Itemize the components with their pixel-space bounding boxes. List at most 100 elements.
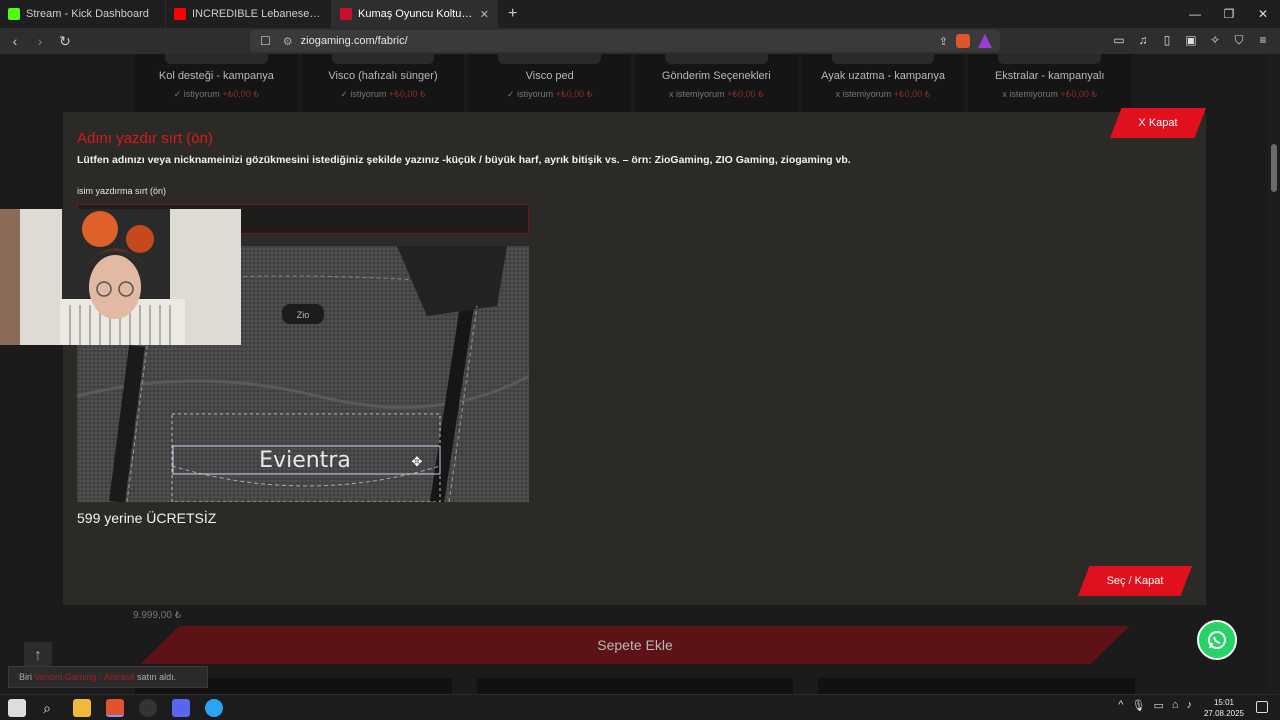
option-name: Ekstralar - kampanyalı	[994, 70, 1105, 82]
field-label: isim yazdırma sırt (ön)	[77, 186, 167, 196]
option-status: ✓ istiyorum	[340, 89, 387, 99]
back-icon[interactable]: ‹	[5, 33, 25, 49]
microphone-icon[interactable]: 🎙	[1131, 699, 1145, 712]
leo-ai-icon[interactable]: ✧	[1208, 33, 1222, 47]
toast-suffix: satın aldı.	[137, 672, 177, 682]
close-window-icon[interactable]: ✕	[1246, 0, 1280, 28]
option-price: +₺0,00 ₺	[727, 89, 764, 99]
address-bar-row: ‹ › ↻ ☐ ⚙ ziogaming.com/fabric/ ⇪ ▭ ♫ ▯ …	[0, 28, 1280, 54]
option-name: Gönderim Seçenekleri	[661, 70, 771, 82]
page-scrollbar[interactable]	[1268, 54, 1280, 694]
url-field[interactable]: ☐ ⚙ ziogaming.com/fabric/ ⇪	[250, 30, 1000, 52]
brave-shield-icon[interactable]	[956, 34, 970, 48]
option-card[interactable]: Gönderim Seçenekleri x istemiyorum +₺0,0…	[635, 54, 798, 112]
whatsapp-button[interactable]	[1197, 620, 1237, 660]
option-card[interactable]: Ayak uzatma - kampanya x istemiyorum +₺0…	[801, 54, 965, 112]
tab-youtube[interactable]: INCREDIBLE Lebanese Wedding Entr...	[166, 0, 332, 28]
option-card[interactable]: Visco ped ✓ istiyorum +₺0,00 ₺	[468, 54, 632, 112]
option-card[interactable]: Ekstralar - kampanyalı x istemiyorum +₺0…	[968, 54, 1132, 112]
clock-time: 15:01	[1213, 698, 1234, 707]
obs-icon[interactable]	[139, 699, 157, 717]
scrollbar-thumb[interactable]	[1271, 144, 1277, 192]
kick-icon	[8, 8, 20, 20]
select-close-button[interactable]: Seç / Kapat	[1078, 566, 1192, 596]
preview-name-text[interactable]: Evientra	[259, 448, 351, 473]
reload-icon[interactable]: ↻	[55, 33, 75, 50]
brand-patch-text: Zio	[297, 310, 310, 320]
option-price: +₺0,00 ₺	[893, 89, 931, 99]
reader-icon[interactable]: ▭	[1112, 33, 1126, 47]
search-icon[interactable]: ⌕	[38, 699, 56, 717]
option-card[interactable]: Visco (hafızalı sünger) ✓ istiyorum +₺0,…	[301, 54, 465, 112]
toolbar-icons: ▭ ♫ ▯ ▣ ✧ ⛉ ≡	[1112, 33, 1270, 47]
tab-kick-dashboard[interactable]: Stream - Kick Dashboard	[0, 0, 166, 28]
purchase-toast: Biri Venom Gaming - Antrasit satın aldı.	[8, 666, 208, 688]
media-icon[interactable]: ♫	[1136, 33, 1150, 47]
modal-description: Lütfen adınızı veya nicknameinizi gözükm…	[77, 154, 851, 166]
tray-chevron-icon[interactable]: ^	[1118, 699, 1123, 712]
bookmark-icon[interactable]: ☐	[260, 34, 271, 48]
tab-label: INCREDIBLE Lebanese Wedding Entr...	[192, 8, 323, 20]
clock-date: 27.08.2025	[1203, 709, 1244, 718]
menu-icon[interactable]: ≡	[1256, 33, 1270, 47]
move-icon[interactable]: ✥	[412, 454, 423, 469]
restore-icon[interactable]: ❐	[1212, 0, 1246, 28]
option-name: Ayak uzatma - kampanya	[821, 70, 945, 82]
customization-modal: Adını yazdır sırt (ön) Lütfen adınızı ve…	[63, 108, 1206, 605]
network-icon[interactable]: ⌂	[1172, 699, 1179, 712]
bottom-cards	[135, 678, 1136, 694]
modal-title: Adını yazdır sırt (ön)	[77, 130, 213, 147]
site-info-icon[interactable]: ⚙	[283, 35, 293, 48]
option-name: Kol desteği - kampanya	[158, 70, 274, 82]
close-button[interactable]: X Kapat	[1110, 108, 1206, 138]
toast-prefix: Biri	[19, 672, 32, 682]
youtube-icon	[174, 8, 186, 20]
tab-label: Stream - Kick Dashboard	[26, 8, 149, 20]
option-status: ✓ istiyorum	[507, 89, 554, 99]
option-status: x istemiyorum	[1002, 89, 1058, 99]
vpn-icon[interactable]: ⛉	[1232, 33, 1246, 47]
windows-taskbar: ⌕ ^ 🎙 ▭ ⌂ ♪ 15:01 27.08.2025	[0, 694, 1280, 720]
option-status: x istemiyorum	[835, 89, 892, 99]
sidebar-icon[interactable]: ▯	[1160, 33, 1174, 47]
forward-icon[interactable]: ›	[30, 33, 50, 49]
option-price: +₺0,00 ₺	[1060, 89, 1098, 99]
zio-icon	[340, 8, 352, 20]
wallet-icon[interactable]: ▣	[1184, 33, 1198, 47]
window-controls: — ❐ ✕	[1178, 0, 1280, 28]
app-icon[interactable]	[205, 699, 223, 717]
brave-browser-icon[interactable]	[106, 699, 124, 717]
webcam-overlay	[0, 209, 241, 345]
notification-icon[interactable]	[1256, 701, 1268, 713]
option-status: ✓ istiyorum	[173, 89, 220, 99]
webcam-person-image	[0, 209, 241, 345]
page-content: Kol desteği - kampanya ✓ istiyorum +₺0,0…	[0, 54, 1280, 694]
url-text[interactable]: ziogaming.com/fabric/	[301, 35, 408, 47]
whatsapp-icon	[1208, 631, 1226, 649]
file-explorer-icon[interactable]	[73, 699, 91, 717]
option-price: +₺0,00 ₺	[222, 89, 259, 99]
volume-icon[interactable]: ♪	[1187, 699, 1193, 712]
add-to-cart-button[interactable]: Sepete Ekle	[140, 626, 1130, 664]
share-icon[interactable]: ⇪	[939, 35, 948, 48]
option-name: Visco (hafızalı sünger)	[328, 70, 438, 82]
new-tab-button[interactable]: +	[498, 5, 527, 23]
browser-tab-bar: Stream - Kick Dashboard INCREDIBLE Leban…	[0, 0, 1280, 28]
option-strip: Kol desteği - kampanya ✓ istiyorum +₺0,0…	[135, 54, 1135, 112]
option-status: x istemiyorum	[668, 89, 725, 99]
close-tab-icon[interactable]: ✕	[480, 8, 489, 21]
tab-zio-gaming[interactable]: Kumaş Oyuncu Koltuğu - Zio Ga... ✕	[332, 0, 498, 28]
option-name: Visco ped	[525, 70, 574, 82]
option-price: +₺0,00 ₺	[388, 89, 426, 99]
clock[interactable]: 15:01 27.08.2025	[1204, 697, 1244, 719]
tab-label: Kumaş Oyuncu Koltuğu - Zio Ga...	[358, 8, 474, 20]
windows-start-icon[interactable]	[8, 699, 26, 717]
product-price: 9.999,00 ₺	[133, 610, 182, 621]
brave-rewards-icon[interactable]	[978, 34, 992, 48]
minimize-icon[interactable]: —	[1178, 0, 1212, 28]
discord-icon[interactable]	[172, 699, 190, 717]
toast-product[interactable]: Venom Gaming - Antrasit	[35, 672, 135, 682]
price-note: 599 yerine ÜCRETSİZ	[77, 510, 217, 526]
option-card[interactable]: Kol desteği - kampanya ✓ istiyorum +₺0,0…	[135, 54, 298, 112]
battery-icon[interactable]: ▭	[1153, 699, 1163, 712]
